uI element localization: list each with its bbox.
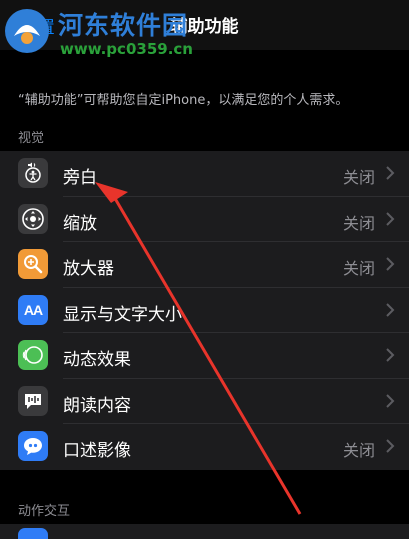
setting-row-spoken-content[interactable]: 朗读内容 [0,379,409,424]
setting-label: 朗读内容 [63,395,131,416]
setting-row-partial[interactable] [0,524,409,539]
setting-row-magnifier[interactable]: 放大器 关闭 [0,242,409,288]
setting-value: 关闭 [342,441,375,460]
voiceover-icon [18,158,48,188]
magnifier-icon [18,249,48,279]
section-header-interaction: 动作交互 [18,504,71,519]
chevron-right-icon [386,393,395,408]
watermark-site-name: 河东软件园 [58,11,189,40]
text-size-icon: AA [18,294,48,325]
setting-label: 放大器 [63,259,114,279]
setting-label: 动态效果 [63,350,131,370]
motion-icon [18,340,48,370]
chevron-right-icon [386,439,395,453]
setting-value: 关闭 [342,168,375,187]
watermark-url: www.pc0359.cn [60,40,193,58]
setting-row-audio-descriptions[interactable]: 口述影像 关闭 [0,424,409,470]
watermark-logo-icon [5,9,49,53]
audio-description-icon [18,431,48,461]
setting-value: 关闭 [342,259,375,278]
setting-value: 关闭 [342,213,375,233]
chevron-right-icon [386,302,395,317]
zoom-icon [18,203,48,234]
setting-label: 口述影像 [63,441,131,461]
chevron-right-icon [386,348,395,362]
vision-settings-group: 旁白 关闭 缩放 关闭 放大器 关闭 AA 显示与文字大小 动态效果 朗读内容 … [0,151,409,470]
setting-row-zoom[interactable]: 缩放 关闭 [0,197,409,242]
chevron-right-icon [386,211,395,226]
setting-row-voiceover[interactable]: 旁白 关闭 [0,151,409,197]
chevron-right-icon [386,257,395,271]
setting-label: 显示与文字大小 [63,304,182,325]
chevron-right-icon [386,166,395,180]
partial-row-icon [18,528,48,539]
setting-row-display-text-size[interactable]: AA 显示与文字大小 [0,288,409,333]
setting-label: 缩放 [63,213,97,234]
watermark: 河东软件园 www.pc0359.cn [0,0,210,68]
setting-row-motion[interactable]: 动态效果 [0,333,409,379]
setting-label: 旁白 [63,168,97,188]
section-header-vision: 视觉 [18,131,45,146]
accessibility-description: “辅助功能”可帮助您自定iPhone，以满足您的个人需求。 [18,93,349,108]
spoken-content-icon [18,385,48,416]
